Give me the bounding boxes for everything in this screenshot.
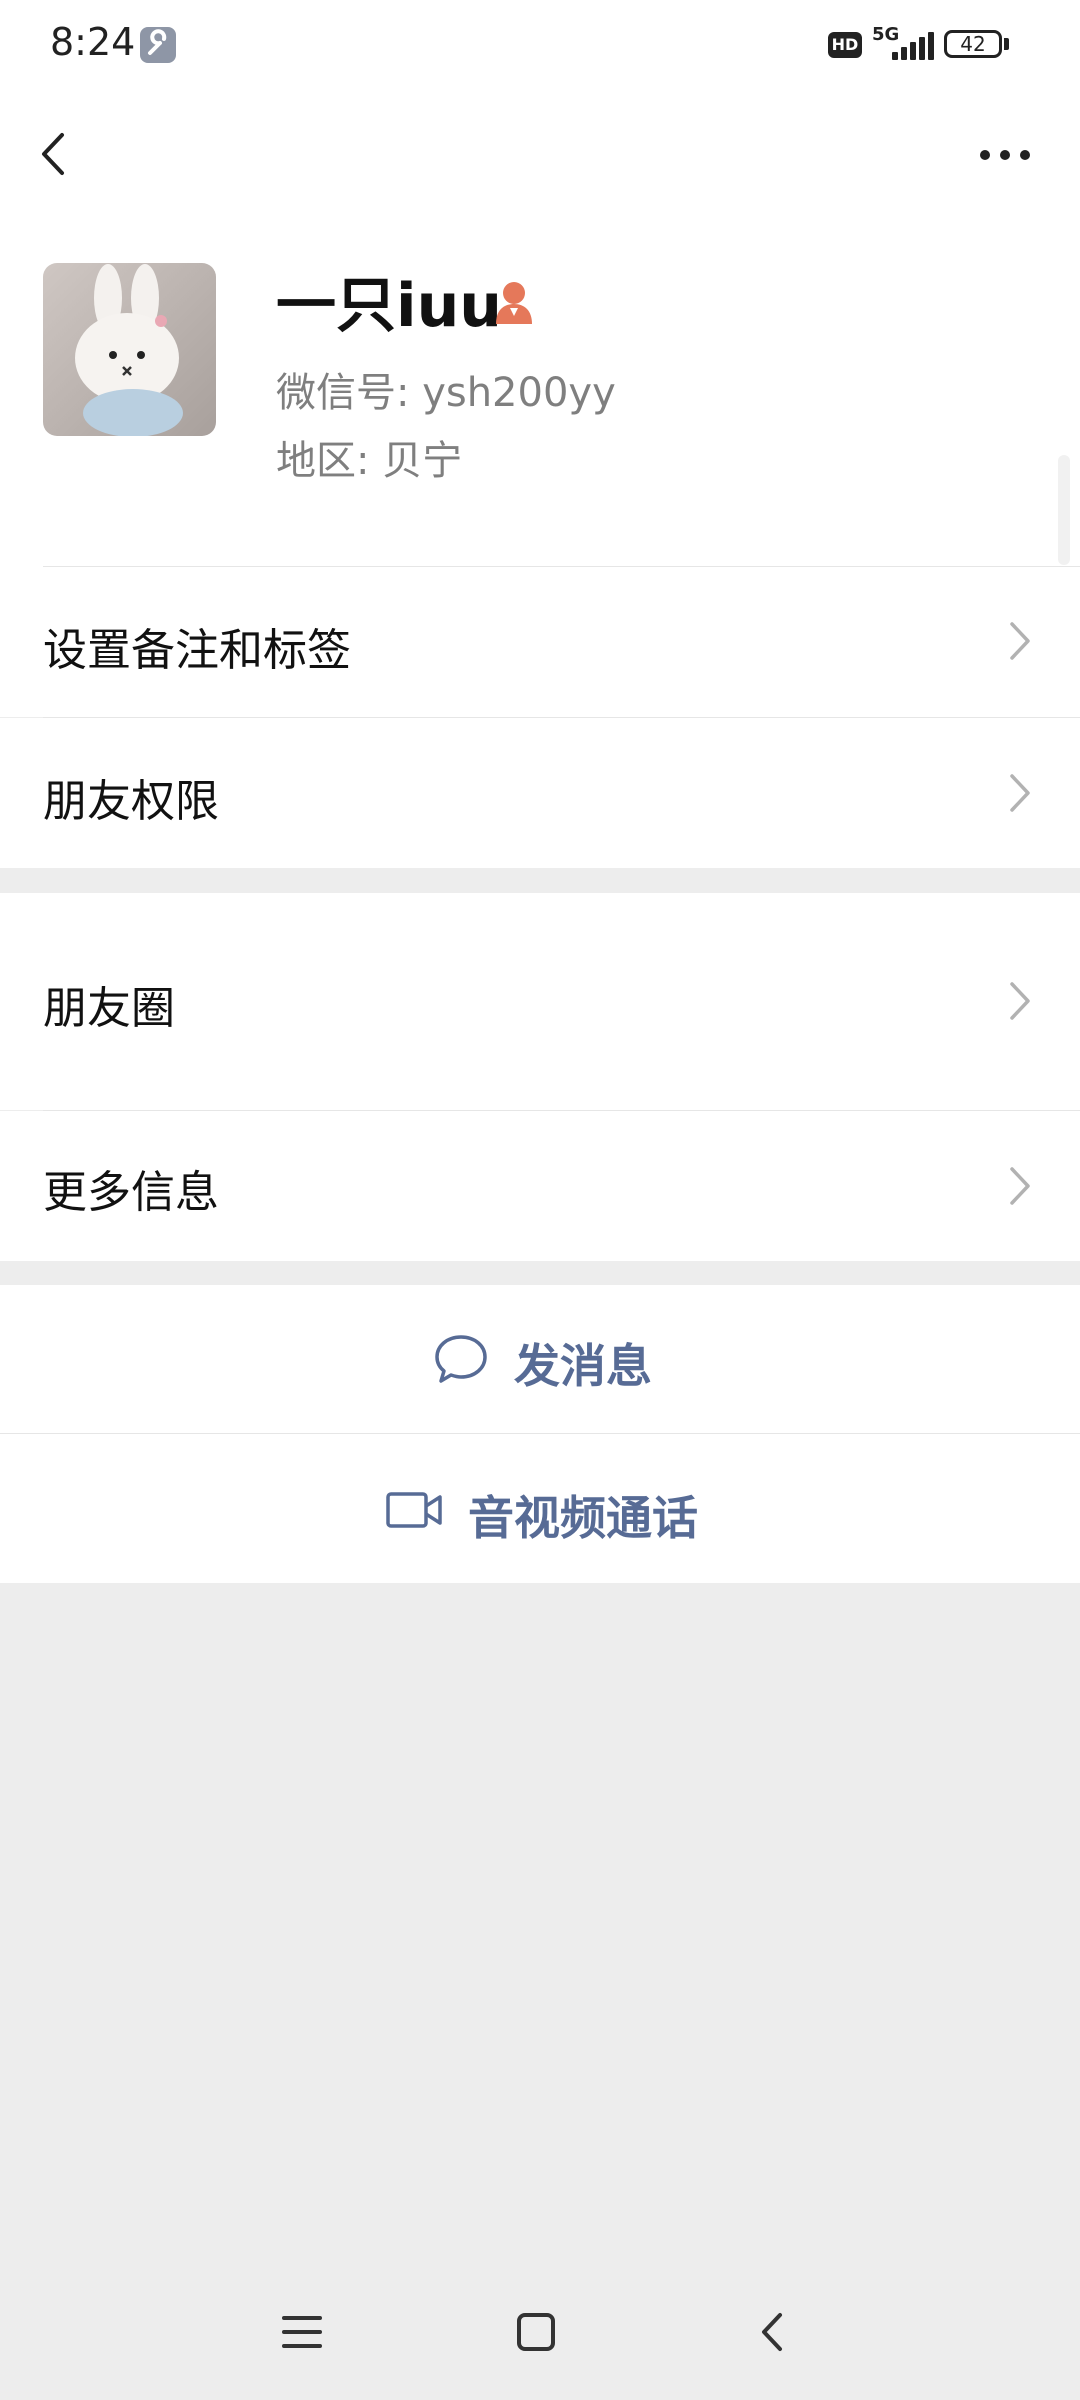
back-arrow-icon[interactable] [30,120,100,190]
video-camera-icon [384,1488,446,1532]
send-message-label: 发消息 [514,1339,652,1393]
more-info-label: 更多信息 [43,1167,219,1218]
chat-bubble-icon [432,1332,490,1386]
remark-label: 设置备注和标签 [43,625,351,676]
more-dots-icon[interactable] [965,130,1045,180]
chevron-right-icon [1006,772,1034,814]
chevron-right-icon [1006,620,1034,662]
wechat-id: 微信号: ysh200yy [276,370,616,416]
wrench-icon [140,27,176,63]
moments-label: 朋友圈 [43,983,175,1034]
back-icon[interactable] [752,2310,796,2354]
battery-tip [1004,38,1009,50]
menu-icon[interactable] [280,2310,324,2354]
chevron-right-icon [1006,980,1034,1022]
scroll-indicator [1058,455,1070,565]
status-time: 8:24 [50,20,136,64]
female-icon [492,278,536,326]
signal-icon [880,32,934,60]
avatar[interactable] [43,263,216,436]
profile-name: 一只iuu [276,271,502,341]
home-icon[interactable] [514,2310,558,2354]
chevron-right-icon [1006,1165,1034,1207]
video-call-label: 音视频通话 [468,1491,698,1545]
hd-badge: HD [828,32,862,58]
permissions-label: 朋友权限 [43,776,219,827]
region: 地区: 贝宁 [276,438,463,484]
battery-icon: 42 [944,30,1002,58]
nav-bar [0,90,1080,220]
